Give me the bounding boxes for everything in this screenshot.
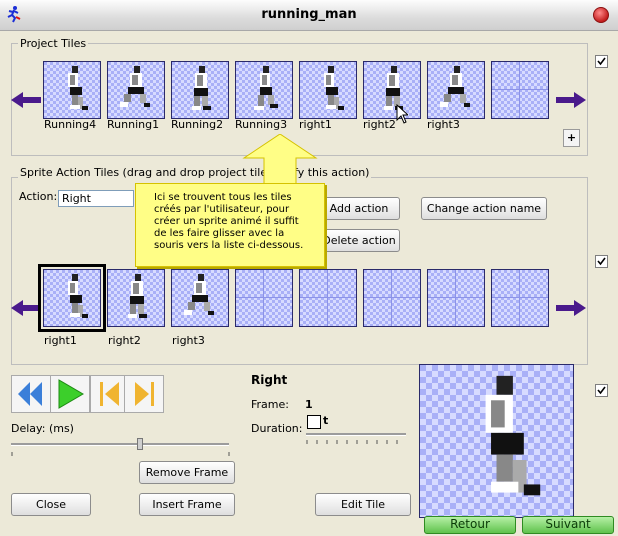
action-tile-empty[interactable] [363, 269, 421, 327]
frame-label: Frame: [251, 398, 289, 411]
project-tile-label: right2 [363, 118, 396, 131]
add-tile-button[interactable]: + [563, 129, 580, 147]
runner-sprite-icon [428, 62, 484, 118]
remove-frame-button[interactable]: Remove Frame [139, 461, 235, 484]
last-frame-icon [135, 382, 154, 406]
duration-label: Duration: [251, 422, 303, 435]
rewind-icon [18, 382, 42, 406]
project-tile-label: Running3 [235, 118, 288, 131]
action-label: Action: [19, 190, 58, 203]
change-action-name-button[interactable]: Change action name [421, 197, 547, 220]
project-tile-label: Running4 [44, 118, 97, 131]
project-tile[interactable] [171, 61, 229, 119]
duration-slider[interactable] [306, 433, 406, 436]
project-tiles-right-arrow-icon[interactable] [556, 90, 586, 110]
next-button[interactable]: Suivant [522, 516, 614, 534]
add-action-button[interactable]: Add action [318, 197, 400, 220]
action-tile-empty[interactable] [491, 269, 549, 327]
play-button[interactable] [50, 375, 90, 413]
project-tile-empty[interactable] [491, 61, 549, 119]
window-close-button[interactable] [593, 7, 609, 23]
action-tile-label: right1 [44, 334, 77, 347]
project-tiles-title: Project Tiles [18, 37, 89, 50]
action-tile-empty[interactable] [235, 269, 293, 327]
rewind-button[interactable] [11, 375, 51, 413]
runner-sprite-icon [364, 62, 420, 118]
project-tile[interactable] [427, 61, 485, 119]
project-tiles-left-arrow-icon[interactable] [11, 90, 41, 110]
duration-value: t [323, 414, 329, 427]
delay-slider-ticks [11, 452, 230, 456]
back-button[interactable]: Retour [424, 516, 516, 534]
project-tile[interactable] [43, 61, 101, 119]
project-tile[interactable] [363, 61, 421, 119]
action-tiles-checkbox[interactable] [595, 255, 608, 268]
project-tile-label: right3 [427, 118, 460, 131]
delay-slider[interactable] [11, 443, 229, 446]
frame-preview [419, 364, 574, 518]
delete-action-button[interactable]: Delete action [318, 229, 400, 252]
last-frame-button[interactable] [124, 375, 164, 413]
action-tile-label: right2 [108, 334, 141, 347]
duration-spinner[interactable] [307, 415, 321, 429]
runner-sprite-icon [300, 62, 356, 118]
runner-sprite-preview-icon [420, 365, 573, 517]
insert-frame-button[interactable]: Insert Frame [139, 493, 235, 516]
runner-sprite-icon [44, 270, 100, 326]
project-tile-label: Running2 [171, 118, 224, 131]
action-tile-selected[interactable] [38, 264, 106, 332]
runner-sprite-icon [108, 62, 164, 118]
action-tile-empty[interactable] [299, 269, 357, 327]
project-tile[interactable] [235, 61, 293, 119]
runner-sprite-icon [172, 62, 228, 118]
window-title: running_man [261, 7, 357, 22]
runner-sprite-icon [236, 62, 292, 118]
edit-tile-button[interactable]: Edit Tile [315, 493, 411, 516]
title-bar: running_man [0, 0, 618, 31]
mouse-cursor-icon [396, 104, 408, 124]
delay-label: Delay: (ms) [11, 422, 74, 435]
action-tile-label: right3 [172, 334, 205, 347]
action-tiles-left-arrow-icon[interactable] [11, 298, 41, 318]
close-button[interactable]: Close [11, 493, 91, 516]
runner-sprite-icon [108, 270, 164, 326]
delay-slider-thumb[interactable] [137, 438, 143, 450]
project-tiles-checkbox[interactable] [595, 55, 608, 68]
project-tile[interactable] [299, 61, 357, 119]
project-tile[interactable] [107, 61, 165, 119]
duration-slider-ticks [306, 440, 398, 444]
play-icon [58, 379, 84, 409]
preview-checkbox[interactable] [595, 384, 608, 397]
action-tiles-right-arrow-icon[interactable] [556, 298, 586, 318]
action-tile[interactable] [171, 269, 229, 327]
project-tile-label: Running1 [107, 118, 160, 131]
runner-sprite-icon [172, 270, 228, 326]
action-tile[interactable] [107, 269, 165, 327]
runner-sprite-icon [44, 62, 100, 118]
help-tooltip: Ici se trouvent tous les tiles créés par… [135, 183, 325, 267]
action-tile-empty[interactable] [427, 269, 485, 327]
frame-value: 1 [305, 398, 313, 411]
action-name-input[interactable]: Right [58, 190, 134, 207]
tooltip-pointer-icon [242, 134, 318, 186]
project-tile-label: right1 [299, 118, 332, 131]
current-action-name: Right [251, 373, 288, 387]
